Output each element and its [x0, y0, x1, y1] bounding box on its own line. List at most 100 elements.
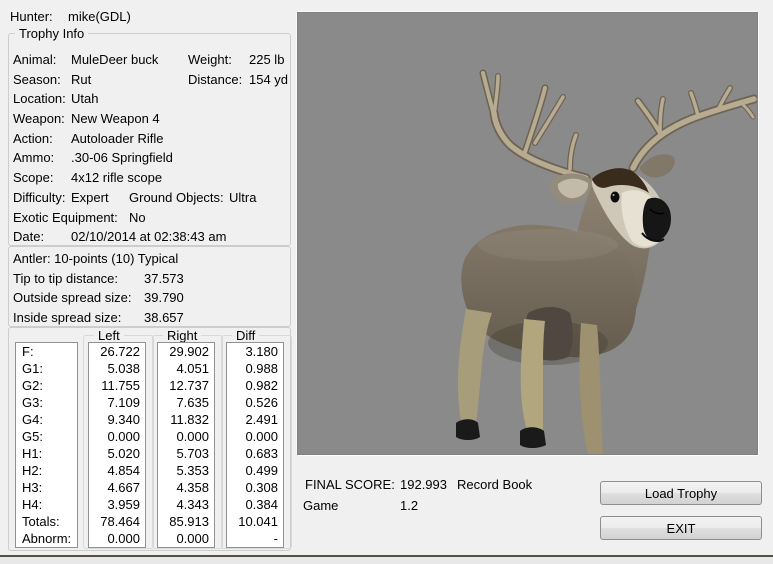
- exit-button[interactable]: EXIT: [600, 516, 762, 540]
- trophy-info-group: Trophy Info Animal: MuleDeer buck Weight…: [8, 33, 291, 246]
- field-label: Outside spread size:: [13, 288, 132, 308]
- score-diff-value: 0.384: [227, 496, 283, 513]
- field-label: Weapon:: [13, 109, 65, 129]
- score-diff-value: 0.499: [227, 462, 283, 479]
- field-label: Location:: [13, 89, 66, 109]
- score-right-value: 11.832: [158, 411, 214, 428]
- antler-info-row: Tip to tip distance: 37.573: [9, 269, 290, 289]
- score-left-value: 11.755: [89, 377, 145, 394]
- score-diff-listbox: 3.1800.9880.9820.5262.4910.0000.6830.499…: [226, 342, 284, 548]
- trophy-info-row: Season: Rut Distance: 154 yd: [9, 70, 290, 90]
- antler-info-row: Antler: 10-points (10) Typical: [9, 249, 290, 269]
- field-value: New Weapon 4: [71, 109, 160, 129]
- final-score-label: FINAL SCORE:: [305, 477, 395, 493]
- field-value: 02/10/2014 at 02:38:43 am: [71, 227, 226, 247]
- score-diff-value: 2.491: [227, 411, 283, 428]
- score-right-header: Right: [163, 328, 201, 343]
- score-row-label: H1:: [16, 445, 77, 462]
- antler-info-rows: Antler: 10-points (10) Typical Tip to ti…: [9, 249, 290, 328]
- antler-info-row: Outside spread size: 39.790: [9, 288, 290, 308]
- score-row-label: G1:: [16, 360, 77, 377]
- hunter-row: Hunter: mike(GDL): [10, 9, 53, 25]
- hunter-value: mike(GDL): [68, 9, 131, 25]
- score-left-value: 7.109: [89, 394, 145, 411]
- field-label: Scope:: [13, 168, 53, 188]
- score-right-value: 0.000: [158, 428, 214, 445]
- game-version-value: 1.2: [400, 498, 418, 514]
- score-row-label: H2:: [16, 462, 77, 479]
- score-diff-value: 0.683: [227, 445, 283, 462]
- score-right-value: 4.051: [158, 360, 214, 377]
- deer-eye: [611, 192, 620, 203]
- score-right-value: 7.635: [158, 394, 214, 411]
- trophy-info-row: Action: Autoloader Rifle: [9, 129, 290, 149]
- field-label: Antler: 10-points (10) Typical: [13, 249, 178, 269]
- trophy-info-row: Ammo: .30-06 Springfield: [9, 148, 290, 168]
- score-right-listbox: 29.9024.05112.7377.63511.8320.0005.7035.…: [157, 342, 215, 548]
- score-right-value: 29.902: [158, 343, 214, 360]
- field-label: Distance:: [188, 70, 242, 90]
- trophy-info-row: Weapon: New Weapon 4: [9, 109, 290, 129]
- score-row-labels-listbox: F:G1:G2:G3:G4:G5:H1:H2:H3:H4:Totals:Abno…: [15, 342, 78, 548]
- trophy-info-row: Animal: MuleDeer buck Weight: 225 lb: [9, 50, 290, 70]
- score-left-value: 0.000: [89, 530, 145, 547]
- field-value: MuleDeer buck: [71, 50, 158, 70]
- trophy-info-row: Exotic Equipment: No: [9, 208, 290, 228]
- antlers: [483, 73, 754, 178]
- load-trophy-button[interactable]: Load Trophy: [600, 481, 762, 505]
- game-version-label: Game: [303, 498, 338, 514]
- trophy-info-rows: Animal: MuleDeer buck Weight: 225 lb Sea…: [9, 50, 290, 247]
- field-label: Ammo:: [13, 148, 54, 168]
- score-row-label: G5:: [16, 428, 77, 445]
- field-label: Exotic Equipment:: [13, 208, 118, 228]
- field-label: Weight:: [188, 50, 232, 70]
- field-value: .30-06 Springfield: [71, 148, 173, 168]
- field-value: 4x12 rifle scope: [71, 168, 162, 188]
- field-label: Season:: [13, 70, 61, 90]
- field-label: Animal:: [13, 50, 56, 70]
- score-left-value: 3.959: [89, 496, 145, 513]
- final-score-value: 192.993: [400, 477, 447, 493]
- field-label: Date:: [13, 227, 44, 247]
- record-book-label: Record Book: [457, 477, 532, 493]
- hunter-label: Hunter:: [10, 9, 53, 24]
- deer-nose: [643, 198, 671, 241]
- score-row-label: G2:: [16, 377, 77, 394]
- window-bottom-strip: [0, 557, 773, 564]
- score-left-listbox: 26.7225.03811.7557.1099.3400.0005.0204.8…: [88, 342, 146, 548]
- score-right-value: 5.353: [158, 462, 214, 479]
- field-value: Ultra: [229, 188, 256, 208]
- score-row-label: H4:: [16, 496, 77, 513]
- score-right-value: 0.000: [158, 530, 214, 547]
- field-value: 154 yd: [249, 70, 288, 90]
- score-left-value: 4.667: [89, 479, 145, 496]
- deer-legs: [456, 309, 603, 454]
- score-diff-value: 0.308: [227, 479, 283, 496]
- score-left-value: 5.038: [89, 360, 145, 377]
- score-row-label: H3:: [16, 479, 77, 496]
- antlers-shadow: [483, 73, 754, 178]
- trophy-info-row: Scope: 4x12 rifle scope: [9, 168, 290, 188]
- field-label: Action:: [13, 129, 53, 149]
- trophy-info-row: Difficulty: Expert Ground Objects: Ultra: [9, 188, 290, 208]
- score-row-label: Abnorm:: [16, 530, 77, 547]
- field-label: Difficulty:: [13, 188, 66, 208]
- field-value: Autoloader Rifle: [71, 129, 164, 149]
- score-right-column-group: Right 29.9024.05112.7377.63511.8320.0005…: [152, 335, 223, 549]
- score-table-group: F:G1:G2:G3:G4:G5:H1:H2:H3:H4:Totals:Abno…: [8, 327, 291, 551]
- score-diff-column-group: Diff 3.1800.9880.9820.5262.4910.0000.683…: [221, 335, 292, 549]
- field-label: Ground Objects:: [129, 188, 224, 208]
- field-label: Tip to tip distance:: [13, 269, 118, 289]
- field-label: Inside spread size:: [13, 308, 121, 328]
- field-value: Expert: [71, 188, 109, 208]
- field-value: Rut: [71, 70, 91, 90]
- score-row-label: G4:: [16, 411, 77, 428]
- field-value: 37.573: [144, 269, 184, 289]
- score-right-value: 12.737: [158, 377, 214, 394]
- score-diff-value: 0.526: [227, 394, 283, 411]
- field-value: 225 lb: [249, 50, 284, 70]
- score-right-value: 4.358: [158, 479, 214, 496]
- deer-trophy-image: [298, 13, 757, 454]
- antler-info-row: Inside spread size: 38.657: [9, 308, 290, 328]
- score-left-value: 4.854: [89, 462, 145, 479]
